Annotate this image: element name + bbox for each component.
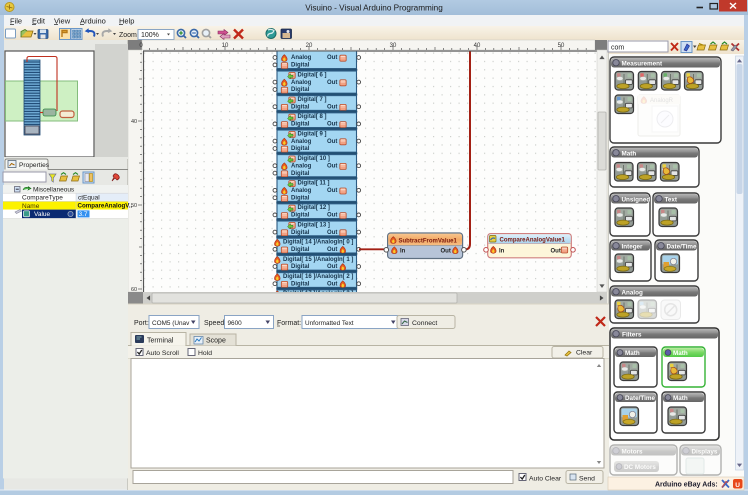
svg-text:40: 40: [474, 43, 481, 49]
svg-text:In: In: [400, 249, 406, 255]
svg-text:Unformatted Text: Unformatted Text: [305, 320, 354, 327]
svg-text:Analog: Analog: [291, 188, 312, 194]
svg-text:Math: Math: [625, 350, 640, 357]
svg-text:Out: Out: [327, 55, 337, 61]
svg-text:Digital: Digital: [291, 247, 310, 253]
svg-text:Scope: Scope: [206, 338, 226, 345]
svg-text:Digital[ 10 ]: Digital[ 10 ]: [298, 156, 330, 162]
svg-text:Digital: Digital: [291, 213, 310, 219]
svg-text:3.7: 3.7: [79, 211, 88, 218]
svg-text:Math: Math: [673, 350, 688, 357]
svg-text:Name: Name: [22, 203, 40, 210]
svg-text:Digital[ 6 ]: Digital[ 6 ]: [298, 72, 327, 78]
svg-text:Terminal: Terminal: [147, 338, 174, 345]
svg-text:com: com: [611, 45, 624, 52]
svg-text:Visuino - Visual Arduino Progr: Visuino - Visual Arduino Programming: [305, 4, 443, 13]
svg-text:Send: Send: [579, 476, 595, 483]
svg-text:Digital: Digital: [291, 63, 310, 69]
svg-text:Digital: Digital: [291, 264, 310, 270]
svg-text:COM5 (Unav: COM5 (Unav: [152, 320, 190, 327]
svg-text:Date/Time: Date/Time: [625, 395, 655, 402]
svg-text:Date/Time: Date/Time: [667, 243, 697, 250]
svg-text:Digital[ 9 ]: Digital[ 9 ]: [298, 131, 327, 137]
svg-text:20: 20: [306, 43, 313, 49]
svg-text:Miscellaneous: Miscellaneous: [33, 187, 75, 194]
svg-text:U: U: [735, 482, 740, 489]
svg-text:Out: Out: [327, 80, 337, 86]
svg-text:Digital: Digital: [291, 146, 310, 152]
svg-text:Digital[ 14 ]/AnalogIn[ 0 ]: Digital[ 14 ]/AnalogIn[ 0 ]: [283, 240, 353, 246]
svg-text:Analog: Analog: [291, 139, 312, 145]
svg-text:Digital: Digital: [291, 122, 310, 128]
svg-text:Format:: Format:: [277, 320, 301, 327]
svg-text:Filters: Filters: [622, 331, 642, 338]
svg-text:Out: Out: [327, 281, 337, 287]
svg-text:Digital: Digital: [291, 281, 310, 287]
svg-text:CompareAnalogV..: CompareAnalogV..: [78, 203, 133, 210]
svg-text:Integer: Integer: [622, 243, 644, 250]
svg-text:Measurement: Measurement: [622, 60, 663, 67]
svg-text:30: 30: [390, 43, 397, 49]
svg-text:Out: Out: [327, 264, 337, 270]
svg-text:Digital[ 7 ]: Digital[ 7 ]: [298, 97, 327, 103]
svg-text:Digital: Digital: [291, 195, 310, 201]
svg-text:AnalogR: AnalogR: [650, 98, 674, 104]
svg-text:Digital[ 15 ]/AnalogIn[ 1 ]: Digital[ 15 ]/AnalogIn[ 1 ]: [283, 257, 353, 263]
svg-text:Digital[ 8 ]: Digital[ 8 ]: [298, 114, 327, 120]
svg-text:Analog: Analog: [622, 289, 643, 296]
svg-text:Out: Out: [327, 188, 337, 194]
svg-text:Math: Math: [673, 395, 688, 402]
svg-text:CompareAnalogValue1: CompareAnalogValue1: [500, 237, 566, 243]
svg-text:Speed:: Speed:: [204, 320, 226, 327]
svg-text:Digital[ 16 ]/AnalogIn[ 2 ]: Digital[ 16 ]/AnalogIn[ 2 ]: [283, 274, 353, 280]
svg-text:50: 50: [558, 43, 565, 49]
svg-text:DC Motors: DC Motors: [624, 464, 656, 471]
svg-text:Out: Out: [327, 163, 337, 169]
svg-text:Out: Out: [327, 122, 337, 128]
svg-text:Out: Out: [327, 139, 337, 145]
svg-text:Value: Value: [34, 211, 51, 218]
svg-text:Out: Out: [327, 213, 337, 219]
svg-text:Digital[ 12 ]: Digital[ 12 ]: [298, 205, 330, 211]
svg-text:10: 10: [222, 43, 229, 49]
svg-text:Digital[ 11 ]: Digital[ 11 ]: [298, 181, 330, 187]
svg-text:Unsigned: Unsigned: [622, 196, 651, 203]
svg-text:Arduino eBay Ads:: Arduino eBay Ads:: [655, 482, 718, 489]
svg-text:Auto Scroll: Auto Scroll: [146, 350, 179, 357]
svg-text:Clear: Clear: [576, 350, 593, 357]
svg-text:CompareType: CompareType: [22, 195, 63, 202]
svg-text:Analog: Analog: [291, 80, 312, 86]
svg-text:SubtractFromValue1: SubtractFromValue1: [399, 239, 458, 245]
svg-text:Digital: Digital: [291, 171, 310, 177]
svg-text:Math: Math: [622, 150, 637, 157]
svg-text:In: In: [499, 248, 505, 254]
svg-text:Auto Clear: Auto Clear: [529, 476, 562, 483]
svg-text:Digital: Digital: [291, 230, 310, 236]
svg-text:Out: Out: [551, 248, 561, 254]
svg-text:Out: Out: [441, 249, 451, 255]
svg-text:Motors: Motors: [622, 448, 643, 455]
svg-text:ctEqual: ctEqual: [78, 195, 100, 202]
svg-text:Digital: Digital: [291, 87, 310, 93]
svg-text:Digital: Digital: [291, 104, 310, 110]
svg-text:Port:: Port:: [134, 320, 149, 327]
svg-text:Analog: Analog: [291, 55, 312, 61]
svg-text:40: 40: [131, 119, 137, 125]
svg-text:Analog: Analog: [291, 163, 312, 169]
svg-text:Out: Out: [327, 247, 337, 253]
svg-text:100%: 100%: [141, 32, 159, 39]
svg-text:Out: Out: [327, 104, 337, 110]
svg-text:Out: Out: [327, 230, 337, 236]
svg-text:Digital[ 13 ]: Digital[ 13 ]: [298, 222, 330, 228]
svg-text:Properties: Properties: [19, 162, 50, 169]
svg-text:Hold: Hold: [198, 350, 212, 357]
svg-text:9600: 9600: [228, 320, 243, 327]
svg-text:Zoom:: Zoom:: [119, 32, 139, 39]
svg-text:Text: Text: [665, 196, 678, 203]
svg-text:Displays: Displays: [692, 448, 718, 455]
svg-text:Connect: Connect: [412, 320, 437, 327]
